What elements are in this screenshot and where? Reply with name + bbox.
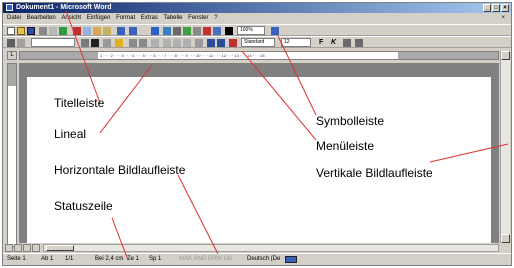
leader-lineal — [99, 64, 153, 134]
label-menueleiste: Menüleiste — [316, 139, 375, 153]
leader-statuszeile — [111, 217, 129, 261]
label-vertikale-bildlaufleiste: Vertikale Bildlaufleiste — [316, 166, 433, 180]
leader-vertikal — [429, 143, 509, 163]
label-symbolleiste: Symbolleiste — [316, 114, 385, 128]
label-titelleiste: Titelleiste — [54, 96, 105, 110]
leader-horizontal — [177, 174, 219, 255]
label-horizontale-bildlaufleiste: Horizontale Bildlaufleiste — [54, 163, 186, 177]
leader-symbolleiste — [277, 35, 317, 116]
leader-menueleiste — [241, 50, 317, 141]
leader-titelleiste — [65, 10, 101, 104]
label-statuszeile: Statuszeile — [54, 199, 113, 213]
label-lineal: Lineal — [54, 127, 87, 141]
